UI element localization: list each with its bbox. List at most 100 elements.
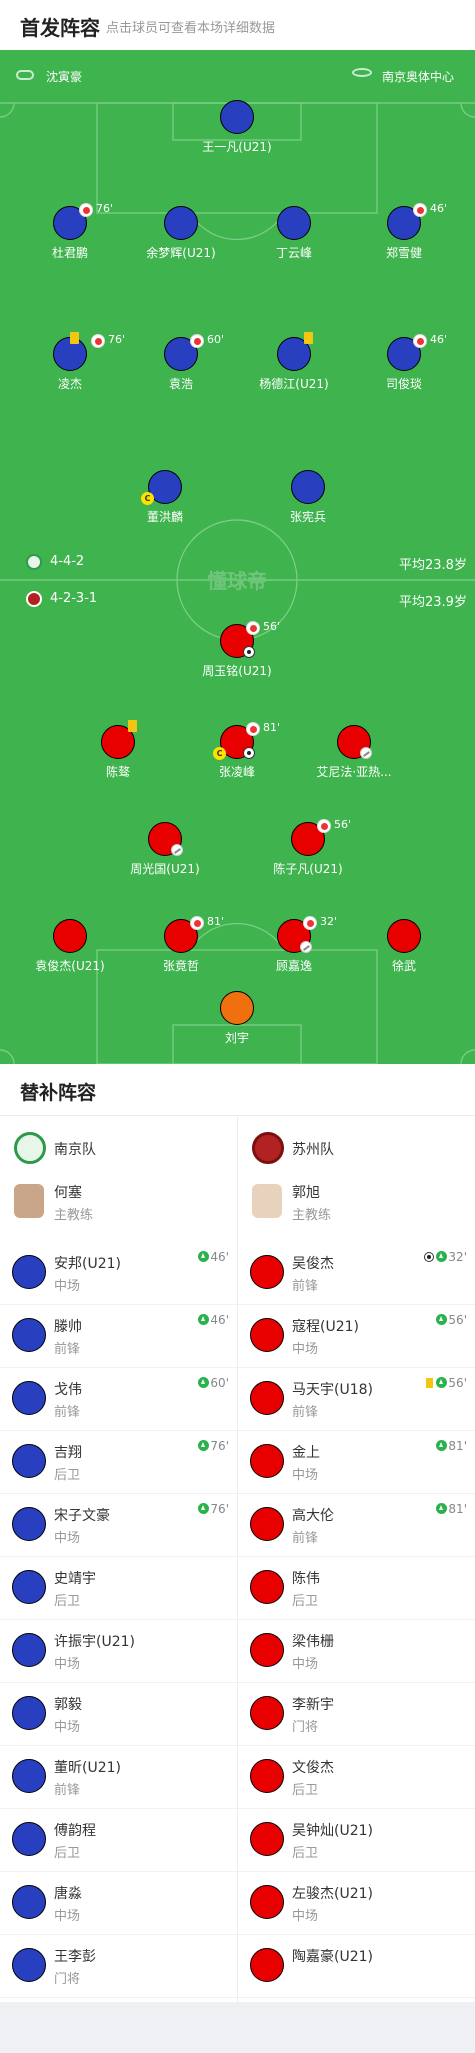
sub-player-name: 安邦(U21): [54, 1256, 121, 1272]
away-player[interactable]: 艾尼法·亚热...: [294, 725, 414, 785]
home-player[interactable]: 王一凡(U21): [177, 100, 297, 160]
sub-player-name: 寇程(U21): [292, 1319, 359, 1335]
away-player[interactable]: 56' 陈子凡(U21): [248, 818, 368, 882]
sub-player-row[interactable]: 梁伟栅 中场: [238, 1620, 475, 1683]
away-player[interactable]: 81' 张竟哲: [121, 915, 241, 979]
sub-player-row[interactable]: 左骏杰(U21) 中场: [238, 1872, 475, 1935]
away-player[interactable]: 陈骜: [58, 720, 178, 785]
sub-player-row[interactable]: 吴俊杰 前锋 32': [238, 1242, 475, 1305]
sub-on-event: 76': [198, 1439, 229, 1453]
sub-player-position: 前锋: [292, 1531, 319, 1546]
home-player[interactable]: 46' 司俊琰: [344, 333, 464, 397]
home-team-row[interactable]: 南京队: [0, 1130, 237, 1166]
home-player[interactable]: 76' 凌杰: [10, 332, 130, 397]
home-player[interactable]: 张宪兵: [248, 470, 368, 530]
coach-left-label: 沈寅豪: [46, 70, 83, 84]
sub-player-row[interactable]: 吴钟灿(U21) 后卫: [238, 1809, 475, 1872]
sub-player-row[interactable]: 董昕(U21) 前锋: [0, 1746, 237, 1809]
sub-player-row[interactable]: 陶嘉豪(U21): [238, 1935, 475, 1998]
sub-off-icon: [91, 334, 105, 348]
lineup-subtitle: 点击球员可查看本场详细数据: [106, 21, 276, 36]
sub-off-icon: [303, 916, 317, 930]
sub-player-position: 前锋: [54, 1342, 81, 1357]
away-player[interactable]: 32' 顾嘉逸: [234, 915, 354, 979]
sub-player-name: 傅韵程: [54, 1823, 96, 1839]
sub-on-event: 56': [426, 1376, 467, 1390]
sub-on-minute: 46': [210, 1250, 229, 1264]
sub-player-row[interactable]: 傅韵程 后卫: [0, 1809, 237, 1872]
sub-player-name: 史靖宇: [54, 1571, 96, 1587]
shirt-icon: [12, 1885, 46, 1919]
shirt-icon: [250, 1570, 284, 1604]
sub-player-row[interactable]: 唐淼 中场: [0, 1872, 237, 1935]
shirt-icon: [291, 470, 325, 504]
assist-icon: [360, 747, 372, 759]
away-player[interactable]: 刘宇: [177, 991, 297, 1051]
sub-player-row[interactable]: 金上 中场 81': [238, 1431, 475, 1494]
sub-player-position: 门将: [292, 1720, 319, 1735]
home-player[interactable]: 46' 郑雪健: [344, 202, 464, 266]
sub-off-icon: [413, 203, 427, 217]
shirt-icon: [250, 1255, 284, 1289]
sub-player-row[interactable]: 戈伟 前锋 60': [0, 1368, 237, 1431]
sub-player-row[interactable]: 王李彭 门将: [0, 1935, 237, 1998]
shirt-icon: [12, 1444, 46, 1478]
yellow-card-icon: [304, 332, 313, 344]
subs-title: 替补阵容: [20, 1082, 97, 1104]
sub-player-name: 文俊杰: [292, 1760, 334, 1776]
sub-player-row[interactable]: 陈伟 后卫: [238, 1557, 475, 1620]
sub-on-minute: 32': [448, 1250, 467, 1264]
sub-player-row[interactable]: 李新宇 门将: [238, 1683, 475, 1746]
sub-on-event: 60': [198, 1376, 229, 1390]
shirt-icon: [250, 1885, 284, 1919]
home-coach[interactable]: 何塞 主教练: [0, 1180, 237, 1232]
sub-player-row[interactable]: 滕帅 前锋 46': [0, 1305, 237, 1368]
lineup-header: 首发阵容 点击球员可查看本场详细数据: [0, 0, 475, 50]
sub-off-icon: [317, 819, 331, 833]
away-player[interactable]: 56' 周玉铭(U21): [177, 620, 297, 684]
sub-on-minute: 76': [210, 1439, 229, 1453]
sub-player-name: 陈伟: [292, 1571, 320, 1587]
sub-player-row[interactable]: 许振宇(U21) 中场: [0, 1620, 237, 1683]
away-player[interactable]: 周光国(U21): [105, 822, 225, 882]
sub-player-position: 后卫: [54, 1846, 81, 1861]
away-player[interactable]: 袁俊杰(U21): [10, 919, 130, 979]
sub-player-row[interactable]: 文俊杰 后卫: [238, 1746, 475, 1809]
shirt-icon: [12, 1633, 46, 1667]
sub-player-row[interactable]: 马天宇(U18) 前锋 56': [238, 1368, 475, 1431]
sub-on-event: 81': [436, 1439, 467, 1453]
sub-player-row[interactable]: 史靖宇 后卫: [0, 1557, 237, 1620]
sub-player-position: 前锋: [292, 1405, 319, 1420]
away-coach[interactable]: 郭旭 主教练: [238, 1180, 475, 1232]
sub-player-row[interactable]: 寇程(U21) 中场 56': [238, 1305, 475, 1368]
sub-player-position: 中场: [54, 1279, 81, 1294]
captain-icon: C: [213, 747, 226, 760]
yellow-card-icon: [128, 720, 137, 732]
sub-off-icon: [413, 334, 427, 348]
sub-player-row[interactable]: 吉翔 后卫 76': [0, 1431, 237, 1494]
home-player[interactable]: 60' 袁浩: [121, 333, 241, 397]
home-player[interactable]: 76' 杜君鹏: [10, 202, 130, 266]
home-player[interactable]: C 董洪麟: [105, 470, 225, 530]
sub-player-row[interactable]: 宋子文豪 中场 76': [0, 1494, 237, 1557]
away-player[interactable]: 81' C 张凌峰: [177, 721, 297, 785]
pitch: 懂球帝 沈寅豪 南京奥体中心 4-4-2 平均23.8岁 4-2-3-1 平均2…: [0, 50, 475, 1064]
sub-player-row[interactable]: 郭毅 中场: [0, 1683, 237, 1746]
sub-player-row[interactable]: 安邦(U21) 中场 46': [0, 1242, 237, 1305]
away-team-icon: [26, 591, 42, 607]
away-team-row[interactable]: 苏州队: [238, 1130, 475, 1166]
away-player[interactable]: 徐武: [344, 919, 464, 979]
home-player[interactable]: 杨德江(U21): [234, 332, 354, 397]
subs-header: 替补阵容: [0, 1064, 475, 1116]
sub-on-event: 32': [424, 1250, 467, 1264]
sub-player-name: 高大伦: [292, 1508, 334, 1524]
sub-on-event: 81': [436, 1502, 467, 1516]
home-player[interactable]: 余梦辉(U21): [121, 206, 241, 266]
goal-icon: [243, 747, 255, 759]
home-player[interactable]: 丁云峰: [234, 206, 354, 266]
sub-off-icon: [190, 916, 204, 930]
away-formation: 4-2-3-1: [50, 591, 98, 606]
sub-player-row[interactable]: 高大伦前锋 81': [238, 1494, 475, 1557]
shirt-icon: [250, 1759, 284, 1793]
sub-player-position: 前锋: [54, 1405, 81, 1420]
